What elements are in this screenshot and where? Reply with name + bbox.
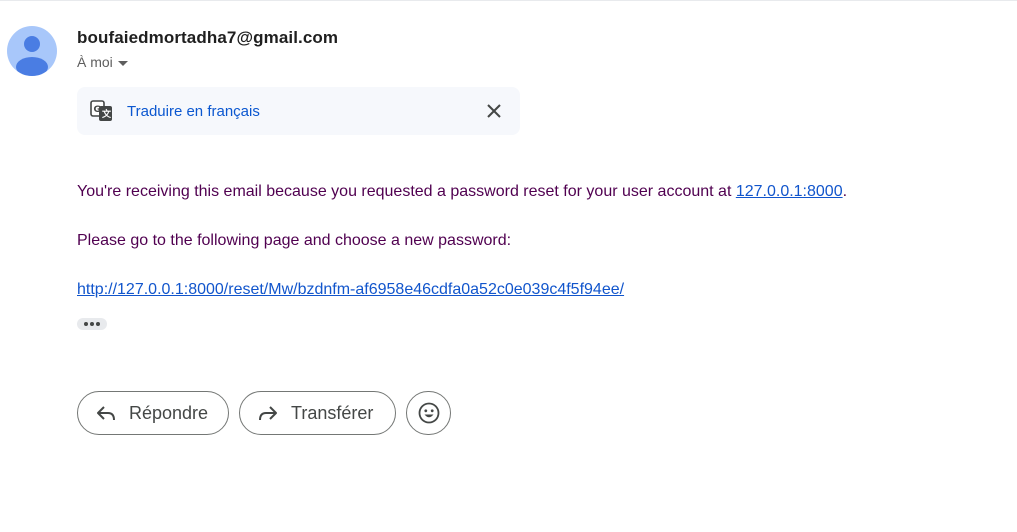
reset-link[interactable]: http://127.0.0.1:8000/reset/Mw/bzdnfm-af… [77, 281, 624, 298]
forward-label: Transférer [291, 402, 374, 423]
reply-icon [95, 402, 117, 424]
close-icon[interactable] [485, 102, 503, 120]
body-paragraph-3: http://127.0.0.1:8000/reset/Mw/bzdnfm-af… [77, 281, 624, 299]
dot-icon [84, 322, 88, 326]
reply-label: Répondre [129, 402, 209, 423]
svg-text:文: 文 [101, 108, 112, 120]
person-icon [16, 36, 48, 76]
reply-button[interactable]: Répondre [77, 391, 229, 435]
emoji-reaction-button[interactable] [406, 391, 451, 435]
recipient-details-toggle[interactable]: À moi [77, 54, 128, 70]
dot-icon [90, 322, 94, 326]
emoji-icon [418, 402, 440, 424]
sender-avatar[interactable] [7, 26, 57, 76]
recipient-label: À moi [77, 54, 113, 70]
show-trimmed-content-button[interactable] [77, 318, 107, 330]
translate-link[interactable]: Traduire en français [127, 103, 260, 120]
body-paragraph-2: Please go to the following page and choo… [77, 232, 512, 249]
translate-icon: G 文 [90, 100, 114, 122]
dot-icon [96, 322, 100, 326]
translate-bar: G 文 Traduire en français [77, 87, 520, 135]
chevron-down-icon [117, 60, 128, 66]
sender-email: boufaiedmortadha7@gmail.com [77, 28, 339, 47]
body-line1-text: You're receiving this email because you … [77, 183, 736, 200]
forward-icon [257, 402, 279, 424]
top-divider [0, 0, 1017, 1]
body-paragraph-1: You're receiving this email because you … [77, 183, 847, 201]
site-link[interactable]: 127.0.0.1:8000 [736, 183, 843, 200]
body-line1-end: . [842, 183, 848, 200]
forward-button[interactable]: Transférer [239, 391, 396, 435]
